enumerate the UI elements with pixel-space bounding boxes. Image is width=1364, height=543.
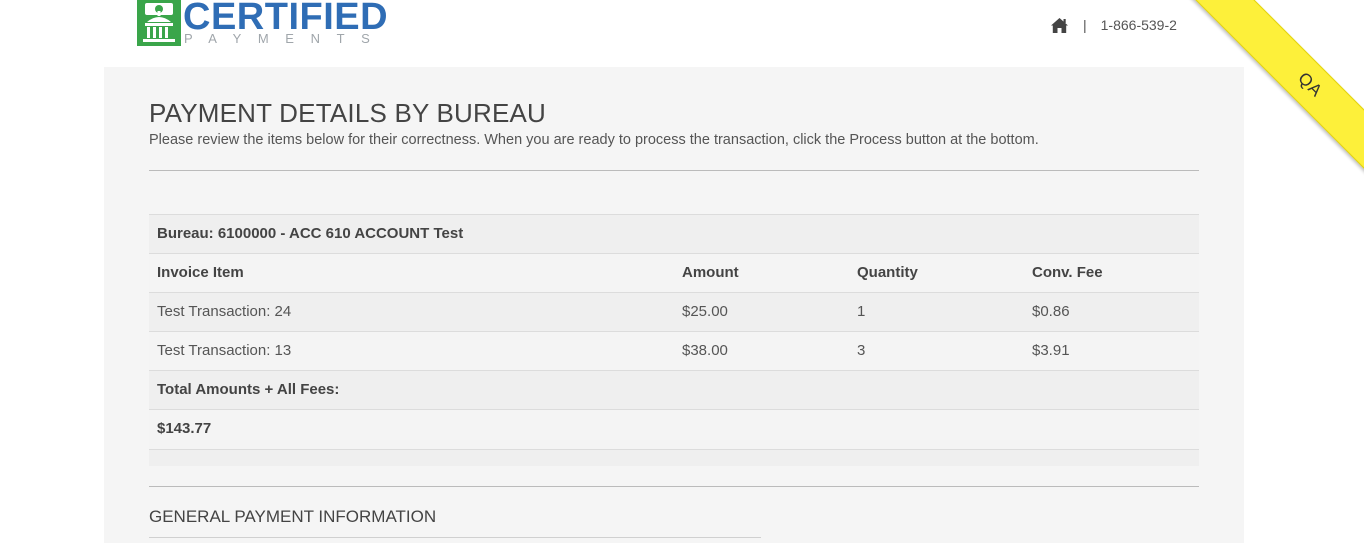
total-label-row: Total Amounts + All Fees:: [149, 370, 1199, 410]
conv-fee-cell: $3.91: [1032, 342, 1070, 359]
col-amount: Amount: [682, 264, 739, 281]
logo-subtext: PAYMENTS: [184, 31, 387, 46]
invoice-item-cell: Test Transaction: 13: [157, 342, 292, 359]
page-title: PAYMENT DETAILS BY BUREAU: [149, 98, 547, 128]
col-invoice-item: Invoice Item: [157, 264, 244, 281]
col-conv-fee: Conv. Fee: [1032, 264, 1103, 281]
bureau-header-row: Bureau: 6100000 - ACC 610 ACCOUNT Test: [149, 214, 1199, 254]
total-value-row: $143.77: [149, 409, 1199, 450]
col-quantity: Quantity: [857, 264, 918, 281]
phone-number: 1-866-539-2: [1100, 17, 1177, 33]
invoice-item-cell: Test Transaction: 24: [157, 303, 292, 320]
amount-cell: $38.00: [682, 342, 728, 359]
conv-fee-cell: $0.86: [1032, 303, 1070, 320]
header-contact: | 1-866-539-2: [1050, 14, 1177, 36]
quantity-cell: 1: [857, 303, 866, 320]
header-separator: |: [1083, 17, 1087, 33]
capitol-building-icon: [137, 0, 181, 46]
quantity-cell: 3: [857, 342, 866, 359]
section-underline: [149, 537, 761, 538]
amount-cell: $25.00: [682, 303, 728, 320]
table-row: Test Transaction: 24 $25.00 1 $0.86: [149, 292, 1199, 332]
home-icon[interactable]: [1050, 17, 1069, 34]
divider: [149, 486, 1199, 487]
qa-ribbon-label: QA: [1294, 68, 1327, 101]
bureau-table: Bureau: 6100000 - ACC 610 ACCOUNT Test I…: [149, 214, 1199, 466]
table-row: Test Transaction: 13 $38.00 3 $3.91: [149, 331, 1199, 371]
page-subtitle: Please review the items below for their …: [149, 132, 1039, 148]
bureau-label: Bureau: 6100000 - ACC 610 ACCOUNT Test: [157, 225, 464, 242]
total-value: $143.77: [157, 420, 212, 437]
column-header-row: Invoice Item Amount Quantity Conv. Fee: [149, 253, 1199, 293]
total-label: Total Amounts + All Fees:: [157, 381, 340, 398]
top-header: CERTIFIED PAYMENTS | 1-866-539-2: [0, 0, 1364, 67]
certified-payments-logo[interactable]: CERTIFIED PAYMENTS: [136, 0, 396, 48]
general-payment-section-title: GENERAL PAYMENT INFORMATION: [149, 507, 437, 526]
divider: [149, 170, 1199, 171]
